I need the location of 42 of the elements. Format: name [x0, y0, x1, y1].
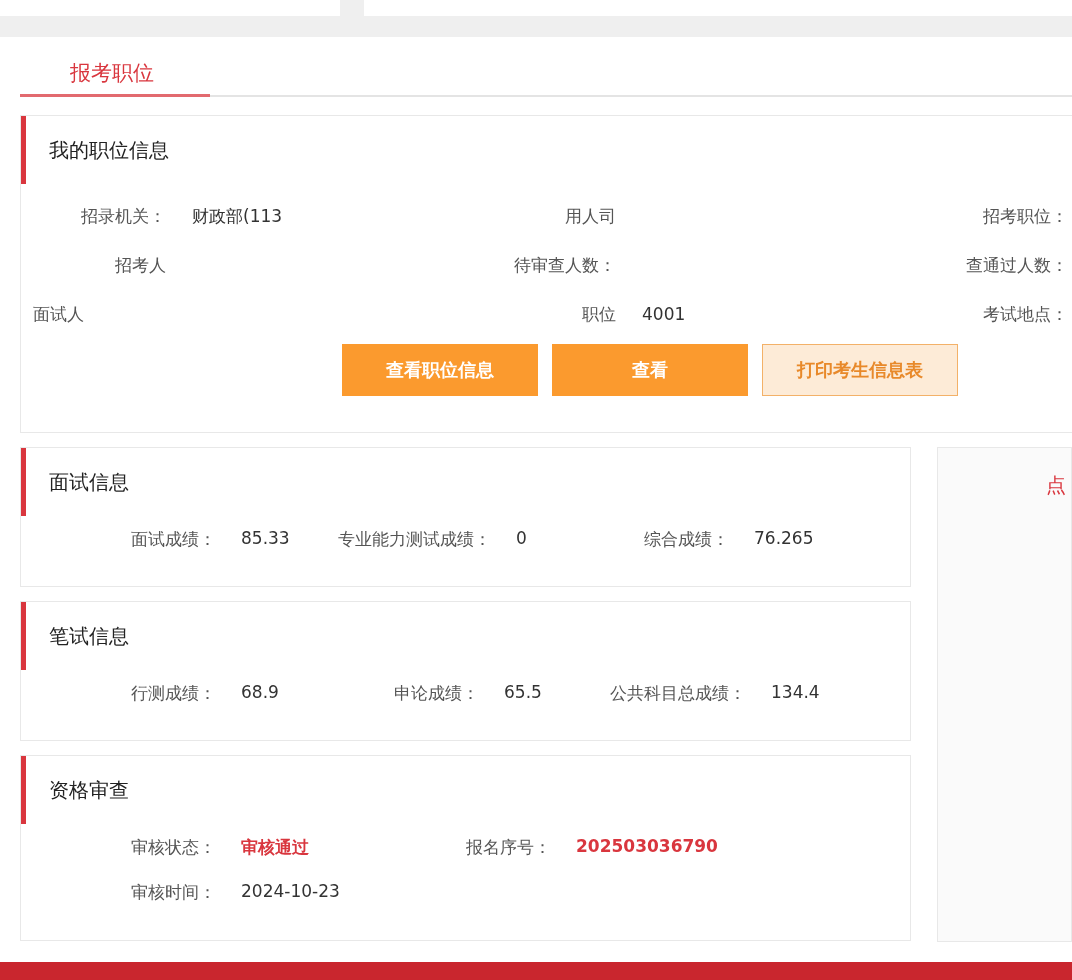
field-value: 审核通过: [240, 836, 309, 859]
accent-bar: [21, 448, 26, 516]
card-title: 资格审查: [49, 777, 129, 804]
panel-text: 点: [1046, 472, 1066, 499]
field-label: 招考人: [114, 253, 166, 277]
accent-bar: [21, 602, 26, 670]
field-label: 查通过人数：: [965, 253, 1068, 277]
field-label: 综合成绩：: [643, 528, 729, 551]
field-label: 审核时间：: [130, 881, 216, 904]
field-value: 85.33: [240, 528, 290, 550]
field-label: 职位: [581, 302, 616, 326]
accent-bar: [21, 756, 26, 824]
field-value: 134.4: [770, 682, 820, 704]
field-label: 申论成绩：: [393, 682, 479, 705]
card-title: 笔试信息: [49, 623, 129, 650]
field-value: 财政部(113: [191, 204, 284, 228]
field-label: 行测成绩：: [130, 682, 216, 705]
field-value: 65.5: [503, 682, 542, 704]
field-label: 审核状态：: [130, 836, 216, 859]
action-button[interactable]: 打印考生信息表: [762, 344, 958, 396]
field-label: 面试成绩：: [130, 528, 216, 551]
field-label: 考试地点：: [982, 302, 1068, 326]
field-value: 0: [515, 528, 527, 550]
tab[interactable]: 报考职位: [20, 37, 210, 97]
field-label: 用人司: [564, 204, 616, 228]
field-value: 202503036790: [575, 836, 718, 858]
field-value: 2024-10-23: [240, 881, 340, 903]
action-button[interactable]: 查看: [552, 344, 748, 396]
field-label: 报名序号：: [465, 836, 551, 859]
field-label: 专业能力测试成绩：: [337, 528, 491, 551]
accent-bar: [21, 116, 26, 184]
field-value: 76.265: [753, 528, 814, 550]
field-value: 68.9: [240, 682, 279, 704]
field-label: 公共科目总成绩：: [609, 682, 746, 705]
field-label: 待审查人数：: [513, 253, 616, 277]
field-label: 招考职位：: [982, 204, 1068, 228]
card-title: 面试信息: [49, 469, 129, 496]
action-button[interactable]: 查看职位信息: [342, 344, 538, 396]
field-label: 面试人: [32, 302, 85, 326]
field-label: 招录机关：: [80, 204, 166, 228]
field-value: 4001: [641, 304, 687, 324]
card-title: 我的职位信息: [49, 137, 169, 164]
